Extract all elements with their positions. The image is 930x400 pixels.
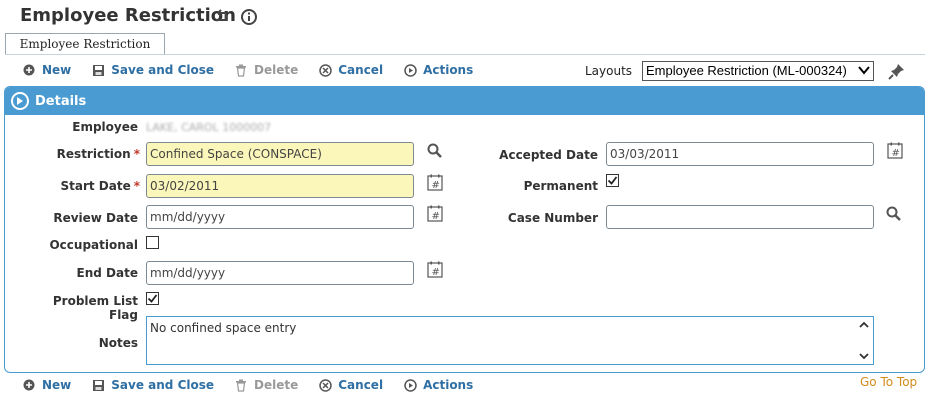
delete-button[interactable]: Delete — [234, 378, 298, 392]
review-date-field[interactable]: mm/dd/yyyy — [146, 205, 414, 229]
end-date-label: End Date — [76, 266, 138, 280]
cancel-button[interactable]: Cancel — [318, 63, 383, 77]
problem-list-flag-checkbox[interactable] — [146, 292, 159, 305]
save-and-close-label: Save and Close — [111, 378, 215, 392]
layouts-selected-value: Employee Restriction (ML-000324) — [646, 63, 847, 78]
trash-icon — [234, 378, 248, 392]
cancel-label: Cancel — [338, 378, 384, 392]
restriction-field[interactable]: Confined Space (CONSPACE) — [146, 142, 414, 166]
permanent-label: Permanent — [523, 179, 598, 193]
play-circle-icon — [403, 63, 417, 77]
search-icon[interactable] — [426, 142, 444, 160]
calendar-icon[interactable]: # — [427, 261, 445, 279]
employee-label: Employee — [72, 120, 138, 134]
checkmark-icon — [147, 294, 158, 303]
scroll-up-icon[interactable] — [858, 320, 870, 330]
calendar-icon[interactable]: # — [427, 174, 445, 192]
info-icon[interactable] — [240, 8, 258, 26]
checkmark-icon — [607, 176, 618, 185]
occupational-checkbox[interactable] — [146, 236, 159, 249]
case-number-field[interactable] — [606, 205, 874, 229]
scroll-down-icon[interactable] — [858, 351, 870, 361]
actions-button[interactable]: Actions — [403, 63, 473, 77]
cancel-icon — [318, 63, 332, 77]
cancel-button[interactable]: Cancel — [318, 378, 383, 392]
layouts-select[interactable]: Employee Restriction (ML-000324) — [642, 61, 874, 81]
cancel-label: Cancel — [338, 63, 384, 77]
return-icon[interactable] — [212, 8, 230, 26]
tab-divider — [5, 54, 925, 55]
end-date-field[interactable]: mm/dd/yyyy — [146, 261, 414, 285]
delete-button[interactable]: Delete — [234, 63, 298, 77]
svg-text:#: # — [892, 148, 900, 159]
collapse-icon — [11, 92, 29, 110]
employee-value: LAKE, CAROL 1000007 — [146, 121, 272, 134]
toolbar-bottom: New Save and Close Delete Cancel Actions — [22, 378, 493, 392]
save-icon — [91, 378, 105, 392]
save-and-close-label: Save and Close — [111, 63, 215, 77]
restriction-label: Restriction * — [56, 147, 140, 161]
case-number-label: Case Number — [507, 211, 598, 225]
new-label: New — [42, 63, 72, 77]
actions-label: Actions — [423, 378, 474, 392]
chevron-down-icon — [858, 62, 870, 80]
pin-icon[interactable] — [888, 62, 906, 80]
details-header[interactable]: Details — [5, 87, 924, 115]
delete-label: Delete — [254, 378, 299, 392]
tab-employee-restriction[interactable]: Employee Restriction — [5, 33, 165, 55]
notes-scrollbar[interactable] — [858, 320, 870, 361]
notes-label: Notes — [98, 336, 138, 350]
start-date-label: Start Date * — [60, 179, 140, 193]
new-button[interactable]: New — [22, 378, 71, 392]
toolbar-top: New Save and Close Delete Cancel Actions — [22, 63, 493, 77]
notes-textarea[interactable]: No confined space entry — [146, 316, 874, 365]
plus-icon — [22, 63, 36, 77]
problem-list-flag-label: Problem List Flag — [52, 294, 138, 322]
page-title: Employee Restriction — [20, 5, 236, 26]
actions-label: Actions — [423, 63, 474, 77]
search-icon[interactable] — [885, 205, 903, 223]
layouts-label: Layouts — [585, 64, 633, 78]
accepted-date-field[interactable]: 03/03/2011 — [606, 142, 874, 166]
notes-value: No confined space entry — [150, 321, 297, 335]
calendar-icon[interactable]: # — [887, 142, 905, 160]
go-to-top-link[interactable]: Go To Top — [860, 375, 917, 389]
play-circle-icon — [403, 378, 417, 392]
svg-text:#: # — [432, 267, 440, 278]
accepted-date-label: Accepted Date — [499, 148, 598, 162]
cancel-icon — [318, 378, 332, 392]
svg-text:#: # — [432, 180, 440, 191]
start-date-field[interactable]: 03/02/2011 — [146, 174, 414, 198]
save-and-close-button[interactable]: Save and Close — [91, 63, 214, 77]
save-icon — [91, 63, 105, 77]
details-header-label: Details — [35, 93, 87, 109]
plus-icon — [22, 378, 36, 392]
new-label: New — [42, 378, 72, 392]
new-button[interactable]: New — [22, 63, 71, 77]
calendar-icon[interactable]: # — [427, 205, 445, 223]
delete-label: Delete — [254, 63, 299, 77]
trash-icon — [234, 63, 248, 77]
permanent-checkbox[interactable] — [606, 174, 619, 187]
actions-button[interactable]: Actions — [403, 378, 473, 392]
review-date-label: Review Date — [53, 211, 138, 225]
svg-text:#: # — [432, 211, 440, 222]
save-and-close-button[interactable]: Save and Close — [91, 378, 214, 392]
occupational-label: Occupational — [49, 238, 138, 252]
